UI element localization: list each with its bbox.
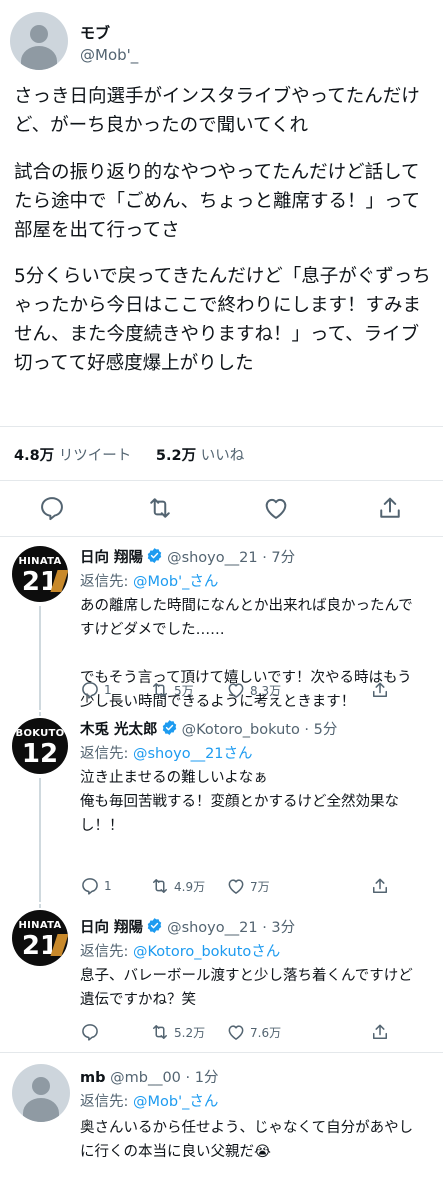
reply-header: 木兎 光太郎 @Kotoro_bokuto · 5分 bbox=[80, 718, 337, 739]
thread-line bbox=[39, 712, 41, 716]
divider bbox=[0, 536, 443, 537]
reply-to-label: 返信先: bbox=[80, 1094, 133, 1110]
share-button[interactable] bbox=[370, 876, 390, 896]
reply-action-bar: 5.2万 7.6万 bbox=[80, 1022, 400, 1044]
reply-tweet[interactable]: HINATA 21 日向 翔陽 @shoyo__21 · 7分 返信先: @Mob… bbox=[0, 540, 443, 710]
verified-badge-icon bbox=[161, 719, 178, 736]
author-handle[interactable]: @Mob'_ bbox=[80, 46, 138, 64]
retweet-count: 4.9万 bbox=[174, 879, 206, 894]
like-count: 7.6万 bbox=[250, 1025, 282, 1040]
like-label[interactable]: いいね bbox=[201, 448, 245, 464]
reply-text: 息子、バレーボール渡すと少し落ち着くんですけど 遺伝ですかね？笑 bbox=[80, 968, 413, 1008]
like-button[interactable]: 7万 bbox=[226, 876, 270, 896]
verified-badge-icon bbox=[146, 917, 163, 934]
avatar[interactable] bbox=[10, 12, 68, 70]
avatar-jersey-name: HINATA bbox=[18, 556, 62, 567]
reply-header: 日向 翔陽 @shoyo__21 · 7分 bbox=[80, 546, 295, 567]
like-count: 8.3万 bbox=[250, 683, 282, 698]
like-button[interactable]: 8.3万 bbox=[226, 680, 281, 700]
reply-handle-time[interactable]: @Kotoro_bokuto · 5分 bbox=[182, 722, 338, 738]
main-action-bar bbox=[0, 494, 443, 526]
retweet-button[interactable]: 4.9万 bbox=[150, 876, 205, 896]
avatar-jersey-name: HINATA bbox=[18, 920, 62, 931]
reply-text: 奥さんいるから任せよう、じゃなくて自分があやし に行くの本当に良い父親だ😭 bbox=[80, 1120, 414, 1160]
avatar[interactable]: HINATA 21 bbox=[12, 910, 68, 966]
retweet-count: 5万 bbox=[174, 683, 194, 698]
reply-count: 1 bbox=[104, 683, 112, 697]
tweet-text-paragraph-3: 5分くらいで戻ってきたんだけど「息子がぐずっち ゃったから今日はここで終わりにし… bbox=[14, 266, 431, 374]
reply-author-name[interactable]: 日向 翔陽 bbox=[80, 920, 143, 936]
reply-to-label: 返信先: bbox=[80, 944, 133, 960]
reply-action-bar: 1 4.9万 7万 bbox=[80, 876, 400, 898]
avatar-jersey-number: 12 bbox=[21, 739, 59, 769]
reply-to-label: 返信先: bbox=[80, 574, 133, 590]
like-icon[interactable] bbox=[262, 494, 290, 522]
reply-to-mention[interactable]: @Kotoro_bokutoさん bbox=[133, 944, 280, 960]
reply-to-mention[interactable]: @Mob'_さん bbox=[133, 1094, 218, 1110]
like-count: 7万 bbox=[250, 879, 270, 894]
reply-header: mb @mb__00 · 1分 bbox=[80, 1066, 218, 1087]
retweet-button[interactable]: 5万 bbox=[150, 680, 194, 700]
avatar[interactable] bbox=[12, 1064, 70, 1122]
retweet-label[interactable]: リツイート bbox=[59, 448, 132, 464]
tweet-stats: 4.8万 リツイート 5.2万 いいね bbox=[14, 444, 244, 465]
divider bbox=[0, 426, 443, 427]
like-button[interactable]: 7.6万 bbox=[226, 1022, 281, 1042]
like-count[interactable]: 5.2万 bbox=[156, 448, 196, 464]
reply-to-mention[interactable]: @shoyo__21さん bbox=[133, 746, 253, 762]
reply-handle-time[interactable]: @shoyo__21 · 7分 bbox=[167, 550, 295, 566]
reply-to-line: 返信先: @shoyo__21さん bbox=[80, 742, 253, 763]
divider bbox=[0, 1052, 443, 1053]
retweet-count[interactable]: 4.8万 bbox=[14, 448, 54, 464]
reply-tweet[interactable]: HINATA 21 日向 翔陽 @shoyo__21 · 3分 返信先: @Kot… bbox=[0, 904, 443, 1044]
reply-header: 日向 翔陽 @shoyo__21 · 3分 bbox=[80, 916, 295, 937]
reply-text: 泣き止ませるの難しいよなぁ 俺も毎回苦戦する！変顔とかするけど全然効果な し！！ bbox=[80, 770, 399, 834]
verified-badge-icon bbox=[146, 547, 163, 564]
reply-button[interactable]: 1 bbox=[80, 876, 112, 896]
reply-button[interactable]: 1 bbox=[80, 680, 112, 700]
reply-to-label: 返信先: bbox=[80, 746, 133, 762]
tweet-text-paragraph-1: さっき日向選手がインスタライブやってたんだけ ど、がーち良かったので聞いてくれ bbox=[14, 86, 420, 136]
share-button[interactable] bbox=[370, 1022, 390, 1042]
reply-to-line: 返信先: @Mob'_さん bbox=[80, 570, 218, 591]
avatar-jersey-name: BOKUTO bbox=[15, 728, 65, 739]
reply-tweet[interactable]: BOKUTO 12 木兎 光太郎 @Kotoro_bokuto · 5分 返信先:… bbox=[0, 712, 443, 902]
reply-to-mention[interactable]: @Mob'_さん bbox=[133, 574, 218, 590]
avatar[interactable]: HINATA 21 bbox=[12, 546, 68, 602]
retweet-icon[interactable] bbox=[146, 494, 174, 522]
reply-to-line: 返信先: @Kotoro_bokutoさん bbox=[80, 940, 280, 961]
reply-tweet[interactable]: mb @mb__00 · 1分 返信先: @Mob'_さん 奥さんいるから任せよ… bbox=[0, 1056, 443, 1200]
thread-line bbox=[39, 778, 41, 902]
reply-author-name[interactable]: 木兎 光太郎 bbox=[80, 722, 158, 738]
reply-handle-time[interactable]: @shoyo__21 · 3分 bbox=[167, 920, 295, 936]
reply-author-name[interactable]: mb bbox=[80, 1070, 106, 1086]
retweet-count: 5.2万 bbox=[174, 1025, 206, 1040]
avatar[interactable]: BOKUTO 12 bbox=[12, 718, 68, 774]
reply-button[interactable] bbox=[80, 1022, 100, 1042]
author-name[interactable]: モブ bbox=[80, 22, 110, 43]
share-button[interactable] bbox=[370, 680, 390, 700]
thread-line bbox=[39, 606, 41, 710]
share-icon[interactable] bbox=[376, 494, 404, 522]
reply-to-line: 返信先: @Mob'_さん bbox=[80, 1090, 218, 1111]
main-tweet-header: モブ @Mob'_ bbox=[10, 8, 430, 70]
reply-count: 1 bbox=[104, 879, 112, 893]
thread-line bbox=[39, 904, 41, 908]
reply-icon[interactable] bbox=[38, 494, 66, 522]
retweet-button[interactable]: 5.2万 bbox=[150, 1022, 205, 1042]
reply-handle-time[interactable]: @mb__00 · 1分 bbox=[110, 1070, 218, 1086]
reply-author-name[interactable]: 日向 翔陽 bbox=[80, 550, 143, 566]
reply-action-bar: 1 5万 8.3万 bbox=[80, 680, 400, 702]
tweet-text-paragraph-2: 試合の振り返り的なやつやってたんだけど話して たら途中で「ごめん、ちょっと離席す… bbox=[14, 162, 421, 241]
divider bbox=[0, 480, 443, 481]
